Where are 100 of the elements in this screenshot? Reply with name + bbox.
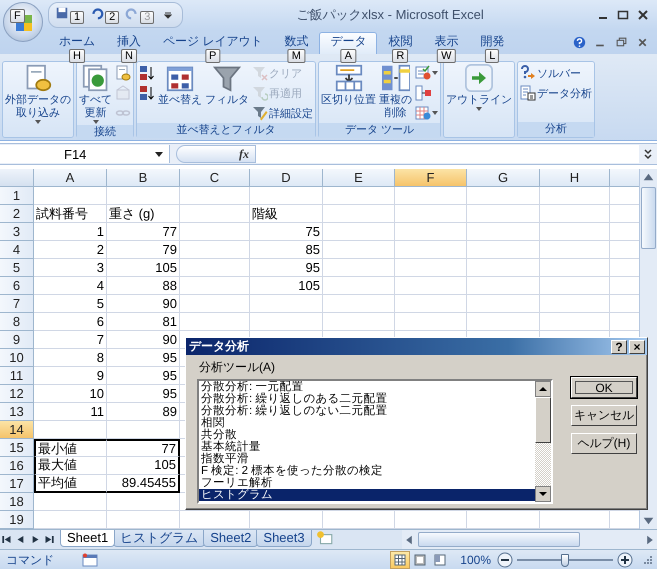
row-header[interactable]: 1 [0,187,34,205]
dialog-button[interactable]: キャンセル [571,405,637,426]
row-header[interactable]: 12 [0,385,34,403]
row-header[interactable]: 5 [0,259,34,277]
ribbon-button[interactable]: アウトライン [445,63,513,112]
column-header[interactable]: G [467,169,540,187]
column-header[interactable]: D [250,169,323,187]
maximize-icon[interactable] [617,9,629,21]
ribbon-button[interactable]: 重複の 削除 [378,63,413,121]
horizontal-scrollbar[interactable] [402,530,657,549]
table-cell: 試料番号 [34,205,107,223]
row-header[interactable]: 10 [0,349,34,367]
table-cell: 10 [34,385,107,403]
row-header[interactable]: 17 [0,475,34,493]
list-scrollbar[interactable] [535,381,551,502]
list-box[interactable]: 分散分析: 一元配置 分散分析: 繰り返しのある二元配置 分散分析: 繰り返しのない二元配置 相関 共分散 基本統計量 指数平滑 F 検定: 2 標本を使った分散の検定 フーリエ解析 ヒストグラム [197,379,553,504]
list-item[interactable]: 指数平滑 [199,453,535,465]
scroll-thumb[interactable] [418,532,580,547]
list-item[interactable]: 分散分析: 一元配置 [199,381,535,393]
ribbon-button[interactable]: 詳細設定 [251,103,314,123]
ribbon-button[interactable]: 外部データの 取り込み [4,63,72,125]
restore-icon[interactable] [615,36,628,49]
ribbon-button[interactable]: すべて 更新 [78,63,113,125]
close-icon[interactable] [636,36,649,49]
close-button[interactable]: × [629,340,645,354]
scroll-up-icon[interactable] [535,381,551,397]
column-header[interactable]: H [540,169,610,187]
table-cell: 11 [34,403,107,421]
table-cell [540,295,610,313]
row-header[interactable]: 16 [0,457,34,475]
zoom-in-icon[interactable] [617,552,633,568]
table-cell: 5 [34,295,107,313]
row-header[interactable]: 6 [0,277,34,295]
row-header[interactable]: 18 [0,493,34,511]
table-cell [323,223,395,241]
data-validation-icon [415,65,431,81]
scroll-down-icon[interactable] [535,486,551,502]
list-item[interactable]: 基本統計量 [199,441,535,453]
list-item[interactable]: F 検定: 2 標本を使った分散の検定 [199,465,535,477]
dialog-button[interactable]: ヘルプ(H) [571,433,637,454]
zoom-level[interactable]: 100% [460,553,491,567]
normal-view-icon[interactable] [390,551,410,569]
table-cell [540,241,610,259]
zoom-out-icon[interactable] [497,552,513,568]
table-cell [323,277,395,295]
column-header[interactable]: A [34,169,107,187]
row-header[interactable]: 2 [0,205,34,223]
row-header[interactable]: 7 [0,295,34,313]
undo-icon[interactable] [90,6,104,20]
expand-icon[interactable] [643,148,653,160]
sheet-tab[interactable]: Sheet2 [203,530,258,547]
insert-function-button[interactable]: fx [239,146,249,162]
resize-grip-icon[interactable] [643,555,653,565]
row-header[interactable]: 9 [0,331,34,349]
sheet-tab[interactable]: Sheet3 [256,530,312,547]
column-header[interactable]: F [395,169,467,187]
ribbon-button[interactable]: ソルバー [519,63,593,83]
list-item[interactable]: 共分散 [199,429,535,441]
caret-icon [432,71,438,75]
customize-caret-icon[interactable] [164,11,172,19]
list-item[interactable]: ヒストグラム [199,489,535,501]
sheet-tab[interactable]: ヒストグラム [113,530,206,547]
ribbon-button[interactable]: 区切り位置 [320,63,377,108]
help-button[interactable]: ? [611,340,627,354]
table-cell [180,223,250,241]
column-header[interactable]: C [180,169,250,187]
sheet-tab[interactable]: Sheet1 [60,530,116,547]
row-header[interactable]: 19 [0,511,34,529]
row-header[interactable]: 13 [0,403,34,421]
row-header[interactable]: 11 [0,367,34,385]
table-cell [395,241,467,259]
row-header[interactable]: 4 [0,241,34,259]
dialog-button[interactable]: OK [571,377,637,398]
list-item[interactable]: 分散分析: 繰り返しのある二元配置 [199,393,535,405]
ribbon-button[interactable]: 並べ替え [157,63,203,108]
ribbon-button[interactable] [138,63,156,83]
row-header[interactable]: 15 [0,439,34,457]
column-header[interactable]: E [323,169,395,187]
name-box[interactable]: F14 [0,145,170,163]
ribbon-button[interactable]: フィルタ [204,63,250,108]
table-cell [395,277,467,295]
table-cell: 90 [107,331,180,349]
refresh-icon [82,64,110,92]
row-header[interactable]: 14 [0,421,34,439]
slider-thumb[interactable] [561,554,569,566]
list-item[interactable]: 分散分析: 繰り返しのない二元配置 [199,405,535,417]
scroll-thumb[interactable] [641,187,656,249]
close-icon[interactable] [637,9,649,21]
table-cell: 85 [250,241,323,259]
ribbon-button[interactable] [138,83,156,103]
row-header[interactable]: 8 [0,313,34,331]
help-icon[interactable] [573,36,586,49]
ribbon-button[interactable]: データ分析 [519,83,593,103]
save-icon[interactable] [55,6,69,20]
column-header[interactable]: B [107,169,180,187]
list-item[interactable]: 相関 [199,417,535,429]
row-header[interactable]: 3 [0,223,34,241]
formula-input[interactable] [256,145,639,163]
record-macro-icon[interactable] [82,553,98,567]
list-item[interactable]: フーリエ解析 [199,477,535,489]
